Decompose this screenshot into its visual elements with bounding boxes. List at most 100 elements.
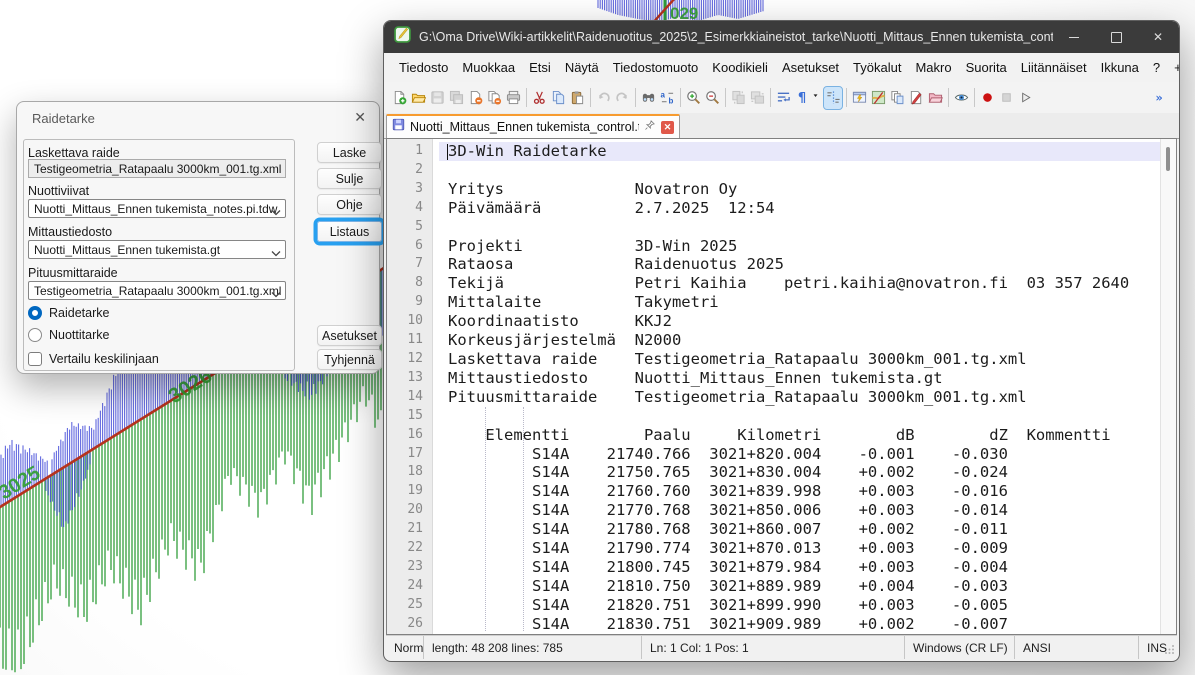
radio-button-icon[interactable] xyxy=(28,328,42,342)
menu-tiedostomuoto[interactable]: Tiedostomuoto xyxy=(606,57,706,78)
menu-suorita[interactable]: Suorita xyxy=(959,57,1014,78)
laske-button[interactable]: Laske xyxy=(317,142,382,163)
text-editor-area[interactable]: 1234567891011121314151617181920212223242… xyxy=(386,138,1177,635)
scrollbar-thumb[interactable] xyxy=(1166,147,1170,171)
titlebar[interactable]: G:\Oma Drive\Wiki-artikkelit\Raidenuotit… xyxy=(384,21,1179,53)
code-line: S14A 21790.774 3021+870.013 +0.003 -0.00… xyxy=(387,539,1160,558)
doc-switcher-icon[interactable] xyxy=(850,87,868,109)
find-icon[interactable] xyxy=(639,87,657,109)
code-line: Projekti 3D-Win 2025 xyxy=(387,237,1160,256)
close-file-icon[interactable] xyxy=(466,87,484,109)
close-all-icon[interactable] xyxy=(485,87,503,109)
macro-play-icon[interactable] xyxy=(1016,87,1034,109)
tab-close-icon[interactable]: ✕ xyxy=(661,121,674,134)
dialog-close-icon[interactable]: ✕ xyxy=(354,109,366,126)
maximize-button[interactable] xyxy=(1095,21,1137,53)
function-list-icon[interactable] xyxy=(907,87,925,109)
code-line: Pituusmittaraide Testigeometria_Ratapaal… xyxy=(387,388,1160,407)
menubar: TiedostoMuokkaaEtsiNäytäTiedostomuotoKoo… xyxy=(384,53,1179,82)
chevron-down-icon[interactable] xyxy=(271,246,281,254)
asetukset-button[interactable]: Asetukset xyxy=(317,325,382,346)
overflow-icon[interactable]: » xyxy=(1153,87,1171,109)
save-all-icon[interactable] xyxy=(447,87,465,109)
toolbar-separator xyxy=(770,88,771,107)
tab-bar: Nuotti_Mittaus_Ennen tukemista_control.t… xyxy=(384,113,1179,139)
menu-n-yt[interactable]: Näytä xyxy=(558,57,606,78)
replace-icon[interactable]: ab xyxy=(658,87,676,109)
field-value: Testigeometria_Ratapaalu 3000km_001.tg.x… xyxy=(34,162,281,176)
monitoring-icon[interactable] xyxy=(952,87,970,109)
code-line: S14A 21770.768 3021+850.006 +0.003 -0.01… xyxy=(387,501,1160,520)
new-file-icon[interactable] xyxy=(390,87,408,109)
menu-tiedosto[interactable]: Tiedosto xyxy=(392,57,455,78)
checkbox-icon[interactable] xyxy=(28,352,42,366)
open-file-icon[interactable] xyxy=(409,87,427,109)
listaus-button[interactable]: Listaus xyxy=(317,221,382,242)
notepad-plus-plus-icon xyxy=(394,26,411,48)
cut-icon[interactable] xyxy=(530,87,548,109)
combo-mittaustiedosto[interactable]: Nuotti_Mittaus_Ennen tukemista.gt xyxy=(28,240,286,259)
field-label-laskettava-raide: Laskettava raide xyxy=(28,146,120,160)
resize-grip[interactable] xyxy=(1165,643,1175,657)
macro-stop-icon[interactable] xyxy=(997,87,1015,109)
menu-item[interactable]: + xyxy=(1167,57,1180,78)
save-icon[interactable] xyxy=(428,87,446,109)
menu-koodikieli[interactable]: Koodikieli xyxy=(705,57,775,78)
status-encoding: ANSI xyxy=(1015,636,1139,659)
undo-icon[interactable] xyxy=(594,87,612,109)
copy-icon[interactable] xyxy=(549,87,567,109)
sync-vertical-icon[interactable] xyxy=(729,87,747,109)
document-list-icon[interactable] xyxy=(888,87,906,109)
show-all-characters-icon[interactable]: ¶ xyxy=(793,87,811,109)
word-wrap-icon[interactable] xyxy=(774,87,792,109)
text-caret xyxy=(447,144,448,160)
menu-ty-kalut[interactable]: Työkalut xyxy=(846,57,908,78)
toolbar-separator xyxy=(846,88,847,107)
toolbar: ab ¶ » xyxy=(384,82,1179,113)
field-label-pituusmittaraide: Pituusmittaraide xyxy=(28,266,118,280)
toolbar-separator xyxy=(680,88,681,107)
dropdown-arrow-icon[interactable] xyxy=(812,87,823,109)
chevron-down-icon[interactable] xyxy=(271,205,281,213)
menu-ikkuna[interactable]: Ikkuna xyxy=(1094,57,1146,78)
radio-nuottitarke[interactable]: Nuottitarke xyxy=(28,327,109,343)
combo-nuottiviivat[interactable]: Nuotti_Mittaus_Ennen tukemista_notes.pi.… xyxy=(28,199,286,218)
zoom-in-icon[interactable] xyxy=(684,87,702,109)
tyhjenn-button[interactable]: Tyhjennä xyxy=(317,349,382,370)
paste-icon[interactable] xyxy=(568,87,586,109)
combo-pituusmittaraide[interactable]: Testigeometria_Ratapaalu 3000km_001.tg.x… xyxy=(28,281,286,300)
code-line: S14A 21780.768 3021+860.007 +0.002 -0.01… xyxy=(387,520,1160,539)
menu-item[interactable]: ? xyxy=(1146,57,1167,78)
print-icon[interactable] xyxy=(504,87,522,109)
svg-text:¶: ¶ xyxy=(797,91,805,105)
vertical-scrollbar[interactable] xyxy=(1160,139,1176,634)
close-button[interactable]: ✕ xyxy=(1137,21,1179,53)
minimize-button[interactable] xyxy=(1053,21,1095,53)
sync-horizontal-icon[interactable] xyxy=(748,87,766,109)
folder-as-workspace-icon[interactable] xyxy=(926,87,944,109)
tab-title: Nuotti_Mittaus_Ennen tukemista_control.t… xyxy=(410,120,639,134)
code-line: Elementti Paalu Kilometri dB dZ Kommentt… xyxy=(387,426,1160,445)
code-line xyxy=(387,218,1160,237)
ohje-button[interactable]: Ohje xyxy=(317,194,382,215)
menu-muokkaa[interactable]: Muokkaa xyxy=(455,57,522,78)
pin-tab-icon[interactable] xyxy=(644,118,656,136)
menu-etsi[interactable]: Etsi xyxy=(522,57,558,78)
menu-makro[interactable]: Makro xyxy=(908,57,958,78)
zoom-out-icon[interactable] xyxy=(703,87,721,109)
code-line: S14A 21800.745 3021+879.984 +0.003 -0.00… xyxy=(387,558,1160,577)
tab-active[interactable]: Nuotti_Mittaus_Ennen tukemista_control.t… xyxy=(386,114,680,138)
redo-icon[interactable] xyxy=(613,87,631,109)
radio-button-icon[interactable] xyxy=(28,306,42,320)
checkbox-vertailu-keskilinjaan[interactable]: Vertailu keskilinjaan xyxy=(28,351,159,367)
readonly-field-laskettava-raide[interactable]: Testigeometria_Ratapaalu 3000km_001.tg.x… xyxy=(28,159,286,178)
sulje-button[interactable]: Sulje xyxy=(317,168,382,189)
document-map-icon[interactable] xyxy=(869,87,887,109)
radio-raidetarke[interactable]: Raidetarke xyxy=(28,305,109,321)
indent-guide-icon[interactable] xyxy=(824,87,842,109)
toolbar-separator xyxy=(526,88,527,107)
chevron-down-icon[interactable] xyxy=(271,287,281,295)
macro-record-icon[interactable] xyxy=(978,87,996,109)
menu-asetukset[interactable]: Asetukset xyxy=(775,57,846,78)
menu-liit-nn-iset[interactable]: Liitännäiset xyxy=(1014,57,1094,78)
